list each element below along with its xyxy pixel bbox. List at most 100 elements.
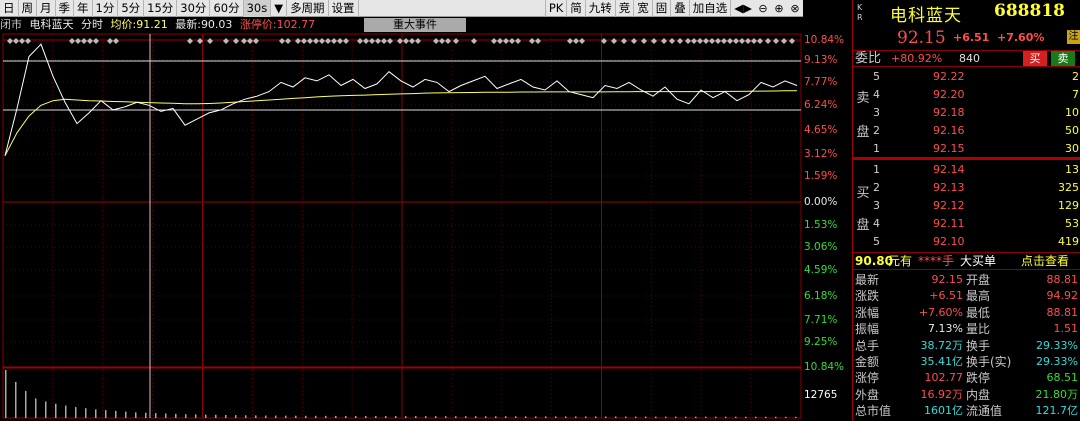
volume-bar-19 (195, 414, 197, 418)
tool-button-0[interactable]: PK (544, 0, 566, 17)
big-order-tag: 大买单 (960, 254, 997, 268)
tool-button-6[interactable]: 叠 (670, 0, 689, 17)
period-button-2[interactable]: 月 (37, 0, 56, 17)
event-marker-1 (13, 38, 19, 44)
ask-level-row[interactable]: 2 92.16 50 (873, 122, 1080, 140)
event-marker-28 (337, 38, 343, 44)
bid-price: 92.14 (933, 163, 965, 176)
stat-v2: 68.51 (1046, 371, 1079, 385)
event-marker-68 (709, 38, 715, 44)
y-axis-tick-14: 10.84% (804, 361, 845, 373)
price-change: +6.51 (953, 31, 990, 44)
ask-price: 92.20 (933, 88, 965, 101)
period-button-11[interactable]: ▼ (271, 0, 288, 17)
y-axis-tick-11: 6.18% (804, 290, 838, 302)
volume-bar-69 (695, 416, 697, 418)
period-button-9[interactable]: 60分 (210, 0, 244, 17)
volume-bar-64 (645, 416, 647, 418)
stat-row: 涨停 102.77 跌停 68.51 (853, 370, 1080, 386)
stat-l2: 开盘 (966, 273, 991, 287)
bid-level-row[interactable]: 4 92.11 53 (873, 215, 1080, 233)
volume-bar-44 (445, 416, 447, 418)
period-button-1[interactable]: 周 (19, 0, 37, 17)
event-marker-73 (739, 38, 745, 44)
period-button-12[interactable]: 多周期 (287, 0, 329, 17)
volume-bar-70 (705, 416, 707, 418)
bid-level-row[interactable]: 5 92.10 419 (873, 233, 1080, 251)
event-marker-74 (745, 38, 751, 44)
minimize-icon[interactable]: ⊖ (755, 0, 771, 17)
bid-level-row[interactable]: 1 92.14 13 (873, 161, 1080, 179)
event-marker-19 (279, 38, 285, 44)
period-button-0[interactable]: 日 (0, 0, 19, 17)
volume-bar-60 (605, 416, 607, 418)
event-marker-50 (529, 38, 535, 44)
event-marker-43 (453, 38, 459, 44)
tool-button-7[interactable]: 加自选 (688, 0, 731, 17)
ask-level-row[interactable]: 1 92.15 30 (873, 140, 1080, 158)
ask-vol: 10 (1065, 106, 1079, 119)
maximize-icon[interactable]: ⊕ (771, 0, 787, 17)
volume-bar-23 (235, 415, 237, 418)
ask-lvl: 1 (873, 142, 880, 155)
ask-vol: 30 (1065, 142, 1079, 155)
y-axis-tick-10: 4.59% (804, 264, 838, 276)
period-button-6[interactable]: 5分 (118, 0, 145, 17)
order-ratio-volume: 840 (959, 52, 980, 65)
event-marker-79 (781, 38, 787, 44)
volume-bar-63 (635, 416, 637, 418)
major-events-button[interactable]: 重大事件 (364, 18, 466, 32)
event-marker-34 (381, 38, 387, 44)
stat-l1: 外盘 (855, 387, 880, 402)
bid-level-row[interactable]: 2 92.13 325 (873, 179, 1080, 197)
volume-bar-76 (765, 416, 767, 418)
volume-bar-5 (55, 403, 57, 418)
bid-level-row[interactable]: 3 92.12 129 (873, 197, 1080, 215)
event-marker-61 (661, 38, 667, 44)
period-button-5[interactable]: 1分 (93, 0, 119, 17)
bid-lvl: 5 (873, 235, 880, 248)
event-marker-52 (567, 38, 573, 44)
tool-button-8[interactable]: ◀▶ (730, 0, 755, 17)
period-button-13[interactable]: 设置 (329, 0, 359, 17)
period-button-4[interactable]: 年 (74, 0, 93, 17)
close-icon[interactable]: ⊗ (787, 0, 803, 17)
event-marker-63 (677, 38, 683, 44)
volume-bar-48 (485, 416, 487, 418)
event-marker-39 (415, 38, 421, 44)
tool-button-4[interactable]: 宽 (633, 0, 652, 17)
volume-bar-55 (555, 416, 557, 418)
sell-button[interactable]: 卖 (1051, 51, 1075, 66)
volume-bar-18 (185, 414, 187, 418)
limit-up-label: 涨停价: (239, 18, 277, 31)
volume-bar-35 (355, 415, 357, 418)
stat-row: 振幅 7.13% 量比 1.51 (853, 321, 1080, 337)
event-marker-26 (325, 38, 331, 44)
tool-button-2[interactable]: 九转 (584, 0, 615, 17)
stat-row: 总市值 1601亿 流通值 121.7亿 (853, 403, 1080, 419)
period-button-7[interactable]: 15分 (144, 0, 178, 17)
bid-price: 92.11 (933, 217, 965, 230)
volume-bar-34 (345, 415, 347, 418)
note-badge[interactable]: 注 (1067, 30, 1080, 44)
period-button-10[interactable]: 30s (243, 0, 272, 17)
buy-button[interactable]: 买 (1023, 51, 1047, 66)
ask-level-row[interactable]: 5 92.22 2 (873, 68, 1080, 86)
stock-name: 电科蓝天 (890, 6, 962, 26)
period-button-3[interactable]: 季 (56, 0, 74, 17)
event-marker-5 (75, 38, 81, 44)
period-button-8[interactable]: 30分 (177, 0, 211, 17)
ask-price: 92.16 (933, 124, 965, 137)
intraday-chart[interactable] (0, 0, 852, 421)
event-marker-33 (375, 38, 381, 44)
tool-button-1[interactable]: 简 (566, 0, 585, 17)
ask-level-row[interactable]: 3 92.18 10 (873, 104, 1080, 122)
bid-side-label-2: 盘 (856, 218, 870, 233)
tool-button-5[interactable]: 固 (651, 0, 671, 17)
big-order-view-link[interactable]: 点击查看 (1021, 253, 1069, 270)
event-marker-29 (343, 38, 349, 44)
stat-row: 金额 35.41亿 换手(实) 29.33% (853, 354, 1080, 370)
ask-level-row[interactable]: 4 92.20 7 (873, 86, 1080, 104)
event-marker-8 (93, 38, 99, 44)
tool-button-3[interactable]: 竞 (614, 0, 634, 17)
